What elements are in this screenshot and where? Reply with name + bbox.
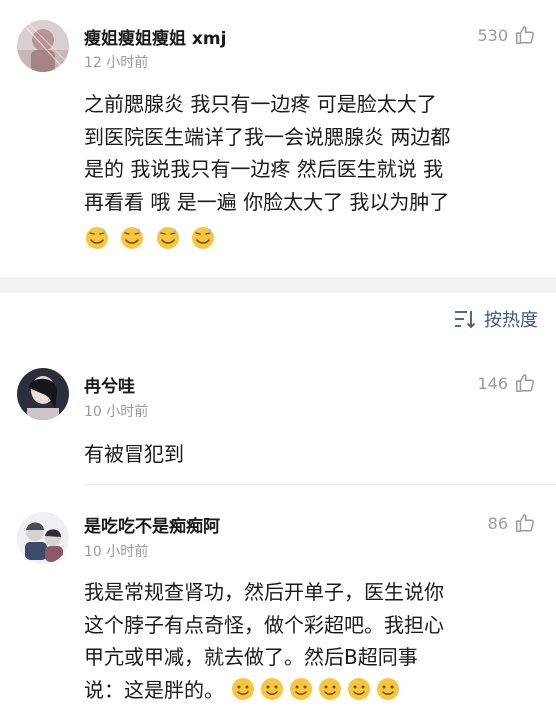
like-count: 530: [477, 25, 508, 45]
sort-toggle[interactable]: 按热度: [454, 306, 538, 332]
username[interactable]: 冉兮哇: [84, 372, 135, 397]
slight-smile-emoji-icon: [348, 677, 371, 700]
avatar-image: [17, 20, 69, 72]
comment-last-line: 说：这是胖的。: [84, 674, 536, 707]
comment-line: 之前腮腺炎 我只有一边疼 可是脸太大了: [84, 92, 437, 116]
comment-line: 甲亢或甲减，就去做了。然后B超同事: [84, 645, 418, 669]
thumbs-up-icon: [516, 514, 534, 532]
comment-2: 冉兮哇 10 小时前 146 有被冒犯到: [0, 360, 556, 485]
slight-smile-emoji-icon: [290, 677, 313, 700]
avatar[interactable]: [17, 512, 69, 564]
comment-text: 有被冒犯到: [84, 438, 536, 471]
comment-line: 再看看 哦 是一遍 你脸太大了 我以为肿了: [84, 189, 450, 214]
username[interactable]: 瘦姐瘦姐瘦姐 xmj: [84, 24, 226, 49]
section-separator: [0, 277, 556, 293]
avatar[interactable]: [17, 20, 69, 72]
timestamp: 10 小时前: [84, 404, 149, 420]
sweat-smile-emoji-icon: [192, 227, 215, 249]
comment-line: 是的 我说我只有一边疼 然后医生就说 我: [84, 157, 444, 181]
slight-smile-emoji-icon: [377, 677, 400, 700]
comment-line: 有被冒犯到: [84, 442, 184, 466]
avatar[interactable]: [17, 368, 69, 420]
emoji-row: [84, 218, 536, 252]
timestamp: 12 小时前: [84, 55, 149, 71]
username[interactable]: 是吃吃不是痴痴阿: [84, 512, 220, 537]
like-button[interactable]: 86: [488, 512, 536, 534]
like-button[interactable]: 146: [477, 372, 536, 394]
slight-smile-emoji-icon: [232, 677, 255, 700]
comment-line: 到医院医生端详了我一会说腮腺炎 两边都: [84, 124, 451, 149]
comment-text: 我是常规查肾功，然后开单子，医生说你 这个脖子有点奇怪，做个彩超吧。我担心 甲亢…: [84, 576, 536, 706]
comment-line: 我是常规查肾功，然后开单子，医生说你: [84, 580, 444, 604]
thumbs-up-icon: [516, 26, 534, 44]
avatar-image: [17, 512, 69, 564]
comment-text: 之前腮腺炎 我只有一边疼 可是脸太大了 到医院医生端详了我一会说腮腺炎 两边都 …: [84, 88, 536, 252]
sort-icon: [455, 311, 476, 329]
comment-divider: [84, 484, 556, 485]
sweat-smile-emoji-icon: [121, 227, 144, 249]
comment-line: 这个脖子有点奇怪，做个彩超吧。我担心: [84, 612, 444, 637]
sweat-smile-emoji-icon: [156, 227, 179, 249]
slight-smile-emoji-icon: [319, 677, 342, 700]
like-count: 86: [487, 513, 508, 533]
comment-line: 说：这是胖的。: [84, 677, 224, 702]
comment-3: 是吃吃不是痴痴阿 10 小时前 86 我是常规查肾功，然后开单子，医生说你 这个…: [0, 500, 556, 723]
like-button[interactable]: 530: [477, 24, 536, 46]
avatar-image: [17, 368, 69, 420]
slight-smile-emoji-icon: [261, 677, 284, 700]
sort-label: 按热度: [484, 310, 538, 331]
sweat-smile-emoji-icon: [86, 227, 108, 249]
like-count: 146: [477, 373, 508, 393]
comment-1: 瘦姐瘦姐瘦姐 xmj 12 小时前 530 之前腮腺炎 我只有一边疼 可是脸太大…: [0, 0, 556, 277]
timestamp: 10 小时前: [84, 544, 149, 560]
thumbs-up-icon: [516, 374, 534, 392]
